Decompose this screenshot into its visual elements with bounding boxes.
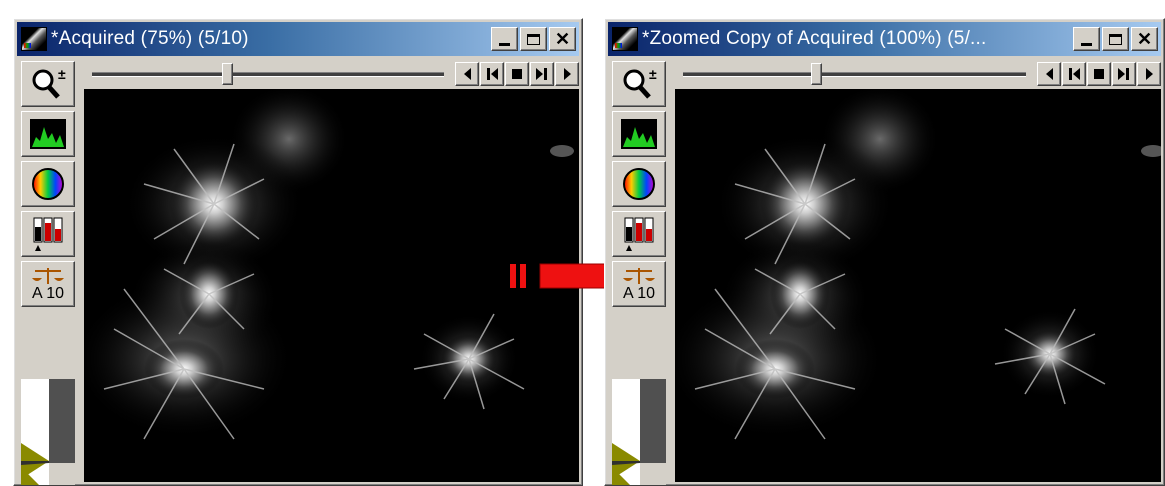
close-button[interactable]: ✕ [549, 27, 576, 51]
next-frame-button[interactable] [1137, 62, 1161, 86]
histogram-icon [30, 119, 66, 149]
channels-tool-button[interactable] [21, 211, 75, 257]
stop-button[interactable] [505, 62, 529, 86]
image-canvas[interactable] [675, 89, 1161, 482]
minimize-button[interactable] [1073, 27, 1100, 51]
image-window-zoomed-copy[interactable]: *Zoomed Copy of Acquired (100%) (5/... ✕… [604, 18, 1165, 486]
tool-palette: ± A 10 [608, 59, 670, 485]
histogram-icon [621, 119, 657, 149]
histogram-tool-button[interactable] [21, 111, 75, 157]
intensity-scale-widget[interactable] [21, 359, 75, 485]
image-window-acquired[interactable]: *Acquired (75%) (5/10) ✕ ± A 10 [13, 18, 583, 486]
microscopy-image [84, 89, 579, 482]
zoom-tool-button[interactable]: ± [612, 61, 666, 107]
color-wheel-icon [32, 168, 64, 200]
title-bar[interactable]: *Acquired (75%) (5/10) ✕ [17, 22, 579, 56]
scale-label: A 10 [622, 285, 656, 302]
previous-frame-button[interactable] [1037, 62, 1061, 86]
maximize-button[interactable] [520, 27, 547, 51]
app-icon[interactable] [21, 27, 47, 51]
step-back-button[interactable] [480, 62, 504, 86]
image-canvas[interactable] [84, 89, 579, 482]
scale-label: A 10 [31, 285, 65, 302]
zoom-icon: ± [623, 67, 657, 99]
slider-thumb[interactable] [222, 63, 233, 85]
maximize-button[interactable] [1102, 27, 1129, 51]
svg-text:±: ± [58, 67, 66, 82]
microscopy-image [675, 89, 1161, 482]
zoom-icon: ± [32, 67, 66, 99]
slider-thumb[interactable] [811, 63, 822, 85]
channels-tool-button[interactable] [612, 211, 666, 257]
tool-palette: ± A 10 [17, 59, 79, 485]
app-icon[interactable] [612, 27, 638, 51]
previous-frame-button[interactable] [455, 62, 479, 86]
stop-button[interactable] [1087, 62, 1111, 86]
step-forward-button[interactable] [530, 62, 554, 86]
window-title: *Acquired (75%) (5/10) [51, 28, 249, 49]
scale-tool-button[interactable]: A 10 [612, 261, 666, 307]
frame-slider-row [82, 60, 579, 88]
scale-icon [32, 268, 64, 284]
scale-icon [623, 268, 655, 284]
color-wheel-icon [623, 168, 655, 200]
title-bar[interactable]: *Zoomed Copy of Acquired (100%) (5/... ✕ [608, 22, 1161, 56]
next-frame-button[interactable] [555, 62, 579, 86]
step-forward-button[interactable] [1112, 62, 1136, 86]
channels-icon [624, 217, 654, 251]
channels-icon [33, 217, 63, 251]
close-button[interactable]: ✕ [1131, 27, 1158, 51]
step-back-button[interactable] [1062, 62, 1086, 86]
color-tool-button[interactable] [21, 161, 75, 207]
window-title: *Zoomed Copy of Acquired (100%) (5/... [642, 28, 987, 49]
histogram-tool-button[interactable] [612, 111, 666, 157]
color-tool-button[interactable] [612, 161, 666, 207]
zoom-tool-button[interactable]: ± [21, 61, 75, 107]
svg-text:±: ± [649, 67, 657, 82]
intensity-scale-widget[interactable] [612, 359, 666, 485]
frame-slider[interactable] [673, 60, 1036, 88]
frame-slider[interactable] [82, 60, 454, 88]
scale-tool-button[interactable]: A 10 [21, 261, 75, 307]
minimize-button[interactable] [491, 27, 518, 51]
frame-slider-row [673, 60, 1161, 88]
